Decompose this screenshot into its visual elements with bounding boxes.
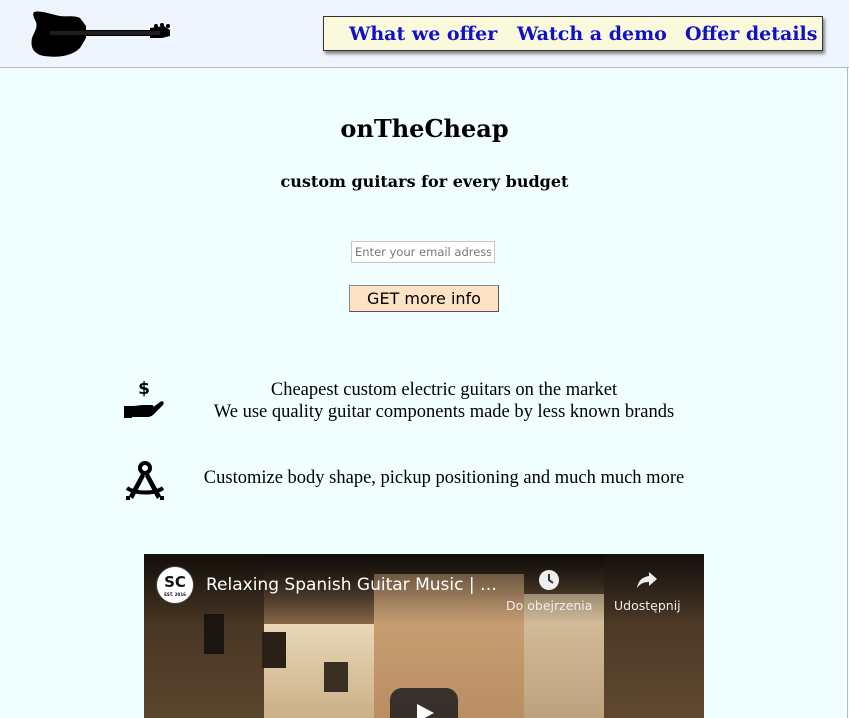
feature-2-line-1: Customize body shape, pickup positioning…: [203, 468, 685, 488]
page-title: onTheCheap: [340, 114, 509, 143]
share-label: Udostępnij: [614, 598, 681, 613]
share-button[interactable]: Udostępnij: [614, 568, 681, 613]
email-input[interactable]: [351, 241, 495, 263]
page-edge-rule: [847, 67, 848, 718]
feature-1-line-2: We use quality guitar components made by…: [213, 402, 675, 422]
channel-avatar[interactable]: SC EST. 2016: [156, 566, 194, 604]
nav-link-what-we-offer[interactable]: What we offer: [349, 22, 497, 46]
guitar-logo-icon[interactable]: [30, 8, 172, 60]
feature-1-line-1: Cheapest custom electric guitars on the …: [270, 380, 618, 400]
watch-later-button[interactable]: Do obejrzenia: [506, 568, 592, 613]
get-more-info-button[interactable]: GET more info: [349, 285, 499, 312]
page-subtitle: custom guitars for every budget: [280, 172, 569, 191]
channel-badge-small-text: EST. 2016: [164, 592, 186, 597]
watch-later-label: Do obejrzenia: [506, 598, 593, 613]
channel-badge-text: SC: [164, 573, 186, 591]
nav-link-offer-details[interactable]: Offer details: [685, 22, 817, 46]
main-nav: What we offer Watch a demo Offer details: [323, 16, 823, 51]
video-thumbnail-balcony: [262, 632, 286, 668]
video-title[interactable]: Relaxing Spanish Guitar Music | Gu...: [206, 575, 506, 595]
play-icon: [417, 704, 434, 718]
video-embed[interactable]: SC EST. 2016 Relaxing Spanish Guitar Mus…: [144, 554, 704, 718]
video-thumbnail-door: [324, 662, 348, 692]
share-arrow-icon: [637, 572, 658, 588]
site-header: What we offer Watch a demo Offer details: [0, 0, 849, 68]
play-button[interactable]: [390, 688, 458, 718]
clock-icon: [539, 570, 560, 590]
nav-link-watch-a-demo[interactable]: Watch a demo: [517, 22, 667, 46]
